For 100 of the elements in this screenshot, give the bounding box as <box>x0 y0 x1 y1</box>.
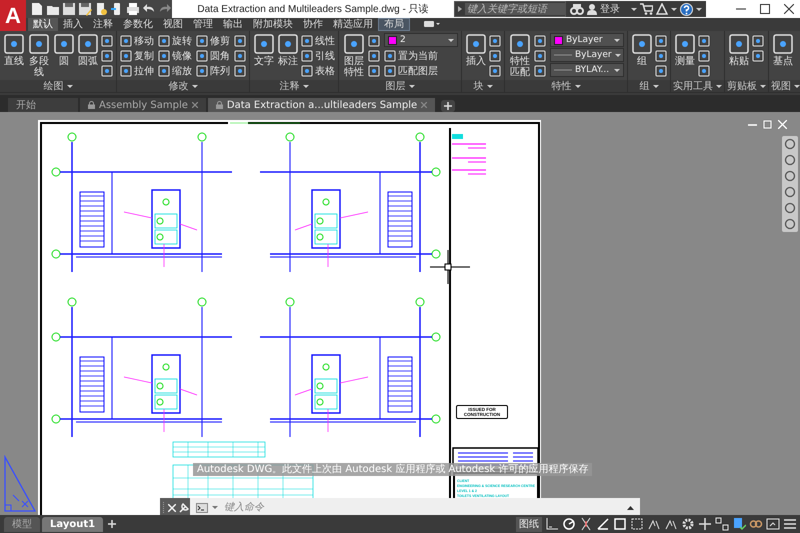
ribbon-tool-button[interactable]: 特性匹配 <box>508 33 532 80</box>
ribbon-icon-button[interactable] <box>101 33 113 48</box>
ribbon-icon-button[interactable] <box>234 48 246 63</box>
command-line-bar[interactable]: 键入命令 <box>190 498 640 515</box>
ribbon-tool-button[interactable]: 直线 <box>3 33 25 80</box>
ribbon-tool-button[interactable]: 图层特性 <box>342 33 366 80</box>
ribbon-tab[interactable]: 附加模块 <box>248 18 298 31</box>
circle-icon[interactable] <box>784 170 796 182</box>
panel-toggle-icon[interactable] <box>424 20 440 28</box>
ribbon-tab[interactable]: 视图 <box>158 18 188 31</box>
panel-title-button[interactable]: 视图 <box>769 80 800 92</box>
polar-tracking-icon[interactable] <box>562 517 576 531</box>
ribbon-tool-button[interactable]: 组 <box>631 33 653 80</box>
expand-arrow-icon[interactable] <box>458 6 462 12</box>
ribbon-icon-button[interactable] <box>655 48 667 63</box>
ribbon-tool-button[interactable]: 圆角 <box>196 48 230 63</box>
document-tab[interactable]: Assembly Sample <box>80 98 206 112</box>
ribbon-icon-button[interactable] <box>698 33 710 48</box>
ribbon-tool-button[interactable]: 拉伸 <box>120 63 154 78</box>
plus-icon[interactable] <box>698 517 712 531</box>
caret-icon[interactable] <box>212 506 218 509</box>
ribbon-tab[interactable]: 协作 <box>298 18 328 31</box>
close-icon[interactable] <box>784 4 794 14</box>
ribbon-icon-button[interactable] <box>489 33 501 48</box>
ribbon-tool-button[interactable]: 缩放 <box>158 63 192 78</box>
wrench-icon[interactable] <box>178 502 188 512</box>
ribbon-icon-button[interactable] <box>655 63 667 78</box>
ribbon-icon-button[interactable] <box>698 63 710 78</box>
gear-icon[interactable] <box>681 517 695 531</box>
panel-title-button[interactable]: 剪贴板 <box>725 80 768 92</box>
ribbon-tool-button[interactable]: 移动 <box>120 33 154 48</box>
command-input-field[interactable]: 键入命令 <box>222 501 623 514</box>
panel-title-button[interactable]: 实用工具 <box>671 80 724 92</box>
paper-space-button[interactable]: 图纸 <box>516 516 542 532</box>
square-icon[interactable] <box>613 517 627 531</box>
ribbon-tool-button[interactable]: 圆 <box>53 33 75 80</box>
binoculars-icon[interactable] <box>570 3 584 15</box>
ribbon-tool-button[interactable]: 表格 <box>301 63 335 78</box>
layout-tab[interactable]: Layout1 <box>42 516 104 532</box>
ribbon-icon-button[interactable] <box>368 48 380 63</box>
document-tab[interactable]: Data Extraction a...ultileaders Sample <box>208 98 436 112</box>
ribbon-icon-button[interactable] <box>534 48 546 63</box>
ribbon-tab[interactable]: 参数化 <box>118 18 158 31</box>
circle-icon[interactable] <box>784 186 796 198</box>
ribbon-icon-button[interactable] <box>752 48 764 63</box>
ribbon-tool-button[interactable]: 圆弧 <box>77 33 99 80</box>
application-menu-button[interactable]: A <box>0 0 26 31</box>
ribbon-icon-button[interactable] <box>655 33 667 48</box>
ribbon-icon-button[interactable] <box>368 63 380 78</box>
ribbon-tool-button[interactable]: 测量 <box>674 33 696 80</box>
ribbon-icon-button[interactable] <box>368 33 380 48</box>
ortho-corner-icon[interactable] <box>545 517 559 531</box>
ribbon-tab[interactable]: 布局 <box>378 18 410 31</box>
printer-icon[interactable] <box>126 2 140 16</box>
ribbon-tool-button[interactable]: 插入 <box>465 33 487 80</box>
ribbon-icon-button[interactable] <box>489 48 501 63</box>
ribbon-tool-button[interactable]: 阵列 <box>196 63 230 78</box>
new-tab-button[interactable] <box>441 100 456 112</box>
ribbon-icon-button[interactable] <box>101 48 113 63</box>
ribbon-tool-button[interactable]: 基点 <box>772 33 794 80</box>
panel-title-button[interactable]: 块 <box>462 80 504 92</box>
caret-icon[interactable] <box>631 8 637 10</box>
ribbon-tool-button[interactable]: 旋转 <box>158 33 192 48</box>
ribbon-tool-button[interactable]: 文字 <box>253 33 275 80</box>
ribbon-tool-button[interactable]: 标注 <box>277 33 299 80</box>
grip-icon[interactable] <box>162 502 164 514</box>
ribbon-tool-button[interactable]: 多段线 <box>27 33 51 80</box>
ribbon-tab[interactable]: 插入 <box>58 18 88 31</box>
ribbon-tab[interactable]: 管理 <box>188 18 218 31</box>
ribbon-tool-button[interactable]: 复制 <box>120 48 154 63</box>
ribbon-tab[interactable]: 输出 <box>218 18 248 31</box>
ribbon-tool-button[interactable]: 引线 <box>301 48 335 63</box>
two-squares-icon[interactable] <box>715 517 729 531</box>
ribbon-tool-button[interactable]: 线性 <box>301 33 335 48</box>
angle-icon[interactable] <box>596 517 610 531</box>
circle-icon[interactable] <box>784 154 796 166</box>
ribbon-tool-button[interactable]: 镜像 <box>158 48 192 63</box>
caret-icon[interactable] <box>671 8 677 10</box>
document-tab[interactable]: 开始 <box>8 98 78 112</box>
picture-icon[interactable] <box>766 517 780 531</box>
ribbon-icon-button[interactable] <box>534 63 546 78</box>
panel-title-button[interactable]: 图层 <box>339 80 461 92</box>
ribbon-icon-button[interactable] <box>698 48 710 63</box>
panel-title-button[interactable]: 特性 <box>505 80 627 92</box>
document-check-icon[interactable] <box>732 517 746 531</box>
ribbon-icon-button[interactable] <box>234 33 246 48</box>
ribbon-icon-button[interactable] <box>489 63 501 78</box>
panel-title-button[interactable]: 注释 <box>250 80 338 92</box>
ribbon-icon-button[interactable] <box>234 63 246 78</box>
menu-icon[interactable] <box>783 517 797 531</box>
dropdown-field[interactable]: BYLAY... <box>550 63 624 77</box>
dropdown-field[interactable]: 2 <box>384 33 458 47</box>
ribbon-tool-button[interactable]: 置为当前 <box>384 48 458 63</box>
panel-title-button[interactable]: 绘图 <box>0 80 116 92</box>
disk-pencil-icon[interactable] <box>78 2 92 16</box>
user-icon[interactable] <box>587 3 597 15</box>
ribbon-tab[interactable]: 注释 <box>88 18 118 31</box>
dropdown-field[interactable]: ByLayer <box>550 33 624 47</box>
ribbon-tool-button[interactable]: 粘贴 <box>728 33 750 80</box>
maximize-icon[interactable] <box>760 4 770 14</box>
